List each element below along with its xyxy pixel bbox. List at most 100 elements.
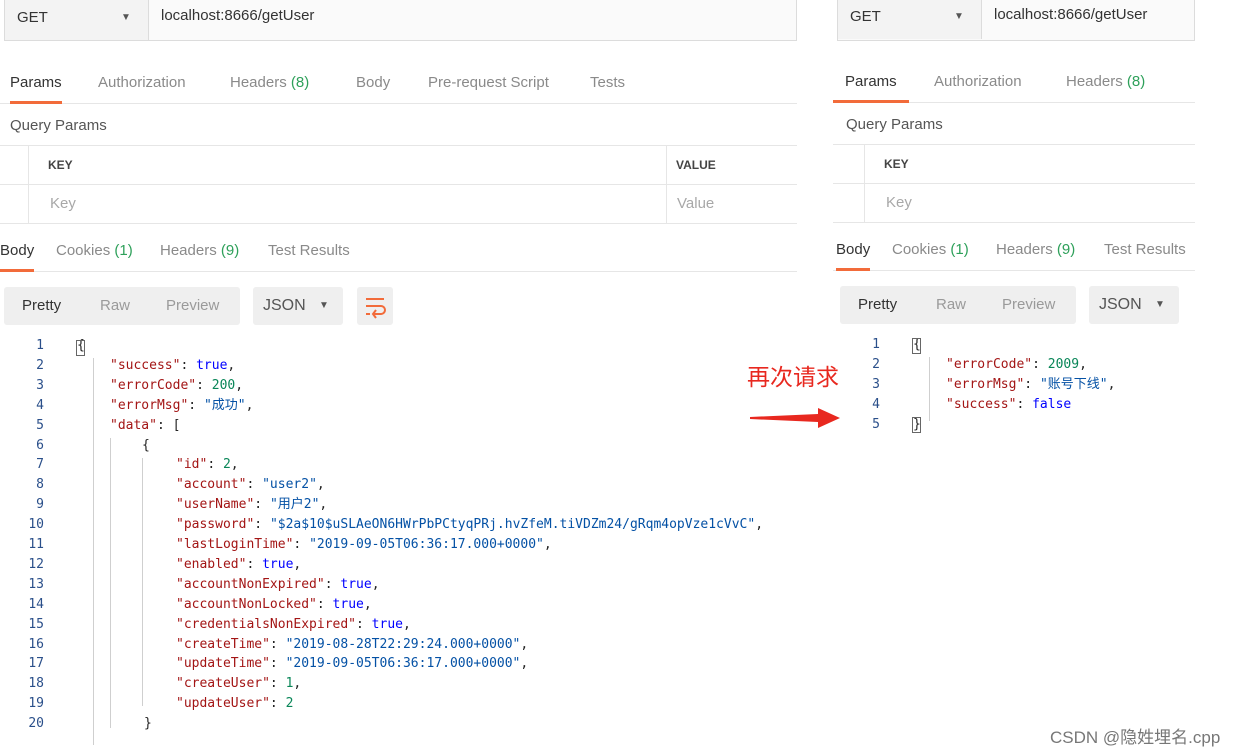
- key-input[interactable]: Key: [50, 185, 76, 223]
- preview-button[interactable]: Preview: [166, 287, 219, 325]
- code-token: ,: [520, 656, 529, 672]
- line-number: 2: [872, 356, 880, 372]
- preview-button[interactable]: Preview: [1002, 286, 1055, 324]
- pretty-button[interactable]: Pretty: [22, 287, 61, 325]
- code-text: "updateUser": 2: [176, 694, 293, 714]
- code-token: :: [180, 357, 197, 373]
- url-input[interactable]: localhost:8666/getUser: [161, 7, 314, 24]
- bracket-match-highlight: [912, 417, 921, 433]
- code-text: "id": 2,: [176, 455, 239, 475]
- pretty-button[interactable]: Pretty: [858, 286, 897, 324]
- tab-response-headers[interactable]: Headers (9): [160, 231, 239, 271]
- code-line: 11 "lastLoginTime": "2019-09-05T06:36:17.…: [0, 535, 797, 555]
- code-line: 8 "account": "user2",: [0, 475, 797, 495]
- code-token: ,: [371, 576, 380, 592]
- code-token: true: [340, 576, 372, 592]
- view-mode-group: Pretty Raw Preview: [840, 286, 1076, 324]
- line-number: 17: [28, 656, 44, 672]
- code-token: "updateTime": [176, 656, 270, 672]
- format-select[interactable]: JSON ▼: [253, 287, 343, 325]
- key-input[interactable]: Key: [886, 184, 912, 222]
- tab-label: Body: [0, 242, 35, 259]
- code-line: 10 "password": "$2a$10$uSLAeON6HWrPbPCtyq…: [0, 515, 797, 535]
- tab-label: Body: [356, 74, 391, 91]
- wrap-lines-button[interactable]: [357, 287, 393, 325]
- tab-label: Headers: [230, 74, 287, 91]
- format-select[interactable]: JSON ▼: [1089, 286, 1179, 324]
- code-line: 5 "data": [: [0, 416, 797, 436]
- code-text: "password": "$2a$10$uSLAeON6HWrPbPCtyqPR…: [176, 515, 763, 535]
- raw-button[interactable]: Raw: [100, 287, 130, 325]
- tab-params[interactable]: Params: [10, 63, 62, 104]
- chevron-down-icon: ▼: [319, 300, 329, 311]
- tab-cookies[interactable]: Cookies (1): [56, 231, 133, 271]
- tab-response-body[interactable]: Body: [836, 230, 871, 271]
- code-token: :: [324, 576, 341, 592]
- tab-tests[interactable]: Tests: [590, 63, 625, 103]
- line-number: 3: [872, 376, 880, 392]
- line-number: 4: [36, 397, 44, 413]
- method-selector[interactable]: GET ▼: [5, 0, 149, 40]
- code-token: 200: [211, 377, 236, 393]
- value-input[interactable]: Value: [677, 185, 714, 223]
- tab-label: Tests: [590, 74, 626, 91]
- column-value-header: VALUE: [676, 158, 716, 172]
- tab-cookies[interactable]: Cookies (1): [892, 230, 969, 270]
- code-token: :: [196, 377, 212, 393]
- annotation-label: 再次请求: [747, 365, 839, 391]
- line-number: 11: [28, 537, 44, 552]
- raw-button[interactable]: Raw: [936, 286, 966, 324]
- code-token: ,: [245, 397, 254, 413]
- code-token: :: [1016, 396, 1033, 412]
- code-line: 4 "errorMsg": "成功",: [0, 396, 797, 416]
- query-params-header-row: KEY: [833, 144, 1195, 183]
- method-selector[interactable]: GET ▼: [838, 0, 982, 39]
- code-token: "账号下线": [1039, 376, 1108, 392]
- headers-count: (9): [220, 242, 240, 259]
- code-line: 20}: [0, 714, 797, 734]
- tab-headers[interactable]: Headers (8): [1066, 62, 1145, 102]
- code-text: "updateTime": "2019-09-05T06:36:17.000+0…: [176, 654, 528, 674]
- url-input[interactable]: localhost:8666/getUser: [994, 6, 1147, 23]
- tab-authorization[interactable]: Authorization: [934, 62, 1022, 102]
- code-token: :: [269, 656, 286, 672]
- headers-count: (8): [1126, 73, 1146, 90]
- tab-authorization[interactable]: Authorization: [98, 63, 186, 103]
- code-line: 18 "createUser": 1,: [0, 674, 797, 694]
- code-line: 3 "errorMsg": "账号下线",: [833, 375, 1195, 395]
- tab-headers[interactable]: Headers (8): [230, 63, 309, 103]
- line-number: 5: [36, 417, 44, 433]
- tab-label: Body: [836, 241, 871, 258]
- line-number: 14: [28, 596, 44, 612]
- code-token: ,: [520, 636, 529, 652]
- line-number: 20: [28, 716, 44, 732]
- line-number: 6: [36, 437, 44, 453]
- tab-pre-request-script[interactable]: Pre-request Script: [428, 63, 549, 103]
- code-token: "enabled": [176, 556, 247, 572]
- code-token: "2019-09-05T06:36:17.000+0000": [285, 656, 521, 672]
- code-token: "success": [110, 357, 181, 373]
- tab-response-headers[interactable]: Headers (9): [996, 230, 1075, 270]
- tab-body[interactable]: Body: [356, 63, 390, 103]
- query-params-row: Key: [833, 183, 1195, 223]
- tab-test-results[interactable]: Test Results: [268, 231, 350, 271]
- line-number: 1: [36, 338, 44, 353]
- view-mode-group: Pretty Raw Preview: [4, 287, 240, 325]
- line-number: 18: [28, 676, 44, 692]
- chevron-down-icon: ▼: [954, 11, 964, 22]
- code-text: "errorMsg": "账号下线",: [946, 375, 1115, 395]
- code-token: ,: [293, 676, 302, 692]
- format-label: JSON: [1099, 296, 1142, 313]
- red-arrow-icon: [750, 408, 840, 428]
- code-token: "user2": [262, 477, 317, 493]
- headers-count: (9): [1056, 241, 1076, 258]
- query-params-header-row: KEY VALUE: [0, 145, 797, 184]
- code-token: 2009: [1047, 356, 1080, 372]
- tab-response-body[interactable]: Body: [0, 231, 35, 272]
- code-token: "createUser": [176, 676, 270, 692]
- tab-params[interactable]: Params: [833, 62, 909, 103]
- tab-test-results[interactable]: Test Results: [1104, 230, 1186, 270]
- code-token: "credentialsNonExpired": [176, 616, 357, 632]
- code-line: 7 "id": 2,: [0, 455, 797, 475]
- tab-label: Params: [10, 74, 62, 91]
